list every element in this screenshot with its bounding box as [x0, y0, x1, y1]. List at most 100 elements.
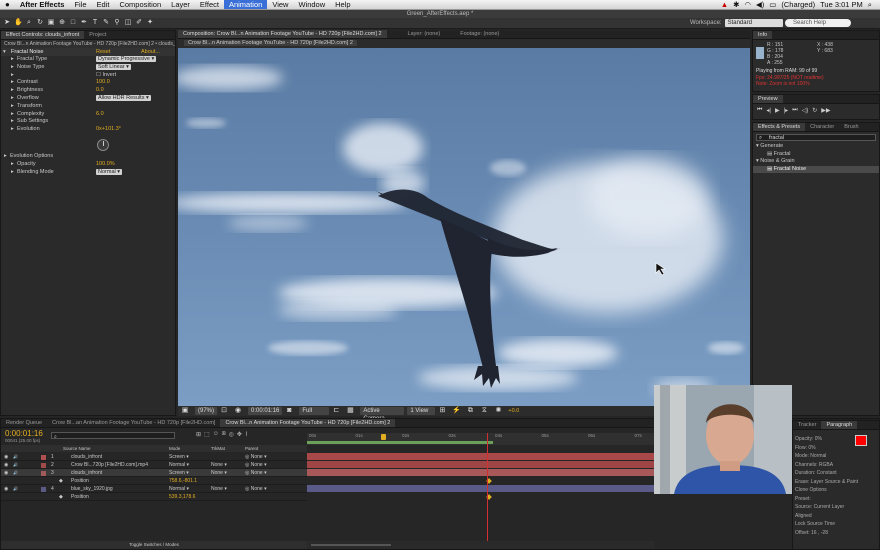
- effect-param-value[interactable]: Normal ▾: [96, 168, 123, 177]
- layer-row[interactable]: ◆ Position 539.3,178.6: [1, 493, 307, 501]
- layer-row[interactable]: ◉ 🔊 2 Crow Bl...720p [File2HD.com].mp4 Norma…: [1, 461, 307, 469]
- clone-options-header[interactable]: Clone Options: [795, 486, 858, 495]
- layer-parent-dropdown[interactable]: ◎ None ▾: [245, 485, 267, 493]
- transparency-grid-icon[interactable]: ▦: [346, 407, 354, 415]
- brainstorm-icon[interactable]: ✥: [237, 431, 242, 438]
- timeline-icon[interactable]: ⧉: [466, 407, 474, 415]
- clone-lock-source-checkbox[interactable]: Lock Source Time: [795, 520, 858, 529]
- layer-duration-bar[interactable]: [307, 485, 655, 492]
- timeline-search-input[interactable]: ⌕: [51, 432, 175, 440]
- selection-tool-icon[interactable]: ➤: [3, 19, 11, 27]
- video-switch-icon[interactable]: ◉: [4, 469, 8, 477]
- menu-composition[interactable]: Composition: [114, 0, 166, 9]
- tab-layer[interactable]: Layer: (none): [403, 30, 446, 38]
- menu-file[interactable]: File: [69, 0, 91, 9]
- layer-duration-bar[interactable]: [307, 461, 655, 468]
- property-name[interactable]: Position: [71, 477, 89, 485]
- tab-footage[interactable]: Footage: (none): [455, 30, 504, 38]
- tab-brush[interactable]: Brush: [839, 123, 863, 131]
- flowchart-icon[interactable]: ⧖: [480, 407, 488, 415]
- clone-offset[interactable]: Offset: 16 , -28: [795, 529, 858, 538]
- about-link[interactable]: About...: [141, 48, 160, 56]
- tab-composition[interactable]: Composition: Crow Bl...n Animation Foota…: [178, 30, 387, 38]
- layer-parent-dropdown[interactable]: ◎ None ▾: [245, 453, 267, 461]
- twirl-icon[interactable]: ▸: [11, 111, 14, 119]
- effect-param-row[interactable]: ▸ Brightness 0.0: [1, 87, 175, 95]
- twirl-icon[interactable]: ▸: [11, 169, 14, 177]
- effect-param-row[interactable]: ▸ Evolution 0x+101.3°: [1, 126, 175, 134]
- layer-mode-dropdown[interactable]: Normal ▾: [169, 461, 189, 469]
- tab-tracker[interactable]: Tracker: [793, 421, 821, 429]
- audio-switch-icon[interactable]: 🔊: [13, 485, 18, 493]
- pan-behind-tool-icon[interactable]: ⊕: [58, 19, 66, 27]
- work-area-bar[interactable]: [307, 441, 493, 444]
- loop-icon[interactable]: ↻: [812, 107, 817, 114]
- mask-tool-icon[interactable]: □: [69, 19, 77, 27]
- effect-param-value[interactable]: 0.0: [96, 87, 104, 95]
- clone-aligned-checkbox[interactable]: Aligned: [795, 512, 858, 521]
- layer-label-color[interactable]: [41, 486, 46, 492]
- tab-preview[interactable]: Preview: [753, 95, 783, 103]
- layer-row[interactable]: ◉ 🔊 4 blue_sky_1920.jpg Normal ▾ None ▾ ◎ None…: [1, 485, 307, 493]
- effect-param-row[interactable]: ▸ Fractal Type Dynamic Progressive ▾: [1, 56, 175, 64]
- keyframe-nav-icon[interactable]: ◆: [59, 477, 63, 485]
- comp-mini-flowchart-icon[interactable]: ⊞: [196, 431, 201, 438]
- snapshot-icon[interactable]: ◉: [234, 407, 242, 415]
- tab-timeline-comp1[interactable]: Crow Bl...an Animation Footage YouTube -…: [47, 419, 220, 427]
- timeline-current-time[interactable]: 0:00:01:16: [5, 429, 43, 438]
- layer-duration-bar[interactable]: [307, 469, 655, 476]
- twirl-icon[interactable]: ▸: [11, 161, 14, 169]
- layer-label-color[interactable]: [41, 462, 46, 468]
- effect-param-row[interactable]: ▸ Evolution Options: [1, 153, 175, 161]
- prev-frame-icon[interactable]: ◂|: [766, 107, 771, 114]
- keyframe-nav-icon[interactable]: ◆: [59, 493, 63, 501]
- clone-preset[interactable]: Preset:: [795, 495, 858, 504]
- menu-layer[interactable]: Layer: [166, 0, 195, 9]
- effect-param-row[interactable]: ▸ Contrast 100.0: [1, 79, 175, 87]
- effect-param-value[interactable]: 0x+101.3°: [96, 126, 121, 134]
- effect-param-value[interactable]: Dynamic Progressive ▾: [96, 56, 157, 64]
- col-mode[interactable]: Mode: [169, 445, 180, 452]
- last-frame-icon[interactable]: ⏭: [792, 107, 797, 114]
- effect-param-row[interactable]: ▸ Noise Type Soft Linear ▾: [1, 63, 175, 72]
- layer-mode-dropdown[interactable]: Screen ▾: [169, 469, 189, 477]
- paint-erase[interactable]: Erase: Layer Source & Paint: [795, 478, 858, 487]
- twirl-icon[interactable]: ▸: [11, 56, 14, 64]
- current-time-field[interactable]: 0:00:01:16: [248, 407, 283, 415]
- layer-trkmat-dropdown[interactable]: None ▾: [211, 469, 227, 477]
- menu-animation[interactable]: Animation: [223, 0, 268, 9]
- effect-param-value[interactable]: 100.0%: [96, 161, 115, 169]
- zoom-tool-icon[interactable]: ⌕: [25, 19, 33, 27]
- eraser-tool-icon[interactable]: ◫: [124, 19, 132, 27]
- video-switch-icon[interactable]: ◉: [4, 453, 8, 461]
- layer-row[interactable]: ◆ Position 758.6,-801.1: [1, 477, 307, 485]
- view-layout-dropdown[interactable]: 1 View: [407, 407, 436, 415]
- first-frame-icon[interactable]: ⏮: [757, 107, 762, 114]
- paint-duration[interactable]: Duration: Constant: [795, 469, 858, 478]
- layer-name[interactable]: Crow Bl...720p [File2HD.com].mp4: [71, 461, 148, 469]
- layer-row[interactable]: ◉ 🔊 3 clouds_infront Screen ▾ None ▾ ◎ None ▾: [1, 469, 307, 477]
- audio-icon[interactable]: ◁): [802, 107, 809, 114]
- layer-name[interactable]: blue_sky_1920.jpg: [71, 485, 113, 493]
- menu-window[interactable]: Window: [293, 0, 330, 9]
- layer-name[interactable]: clouds_infront: [71, 453, 102, 461]
- audio-switch-icon[interactable]: 🔊: [13, 461, 18, 469]
- bluetooth-icon[interactable]: ✱: [733, 0, 739, 9]
- always-preview-icon[interactable]: ▣: [181, 407, 189, 415]
- roto-brush-tool-icon[interactable]: ✐: [135, 19, 143, 27]
- menu-view[interactable]: View: [267, 0, 293, 9]
- tab-effect-controls[interactable]: Effect Controls: clouds_infront: [1, 31, 85, 39]
- apple-menu-icon[interactable]: ●: [0, 0, 15, 9]
- effects-item[interactable]: ▤ Fractal Noise: [753, 165, 879, 173]
- toggle-pixel-aspect-icon[interactable]: ⊞: [438, 407, 446, 415]
- layer-duration-bar[interactable]: [307, 453, 655, 460]
- col-source-name[interactable]: Source Name: [63, 445, 91, 452]
- video-switch-icon[interactable]: ◉: [4, 485, 8, 493]
- layer-name[interactable]: clouds_infront: [71, 469, 102, 477]
- twirl-icon[interactable]: ▸: [4, 153, 7, 161]
- timeline-zoom-slider[interactable]: [307, 541, 655, 549]
- hand-tool-icon[interactable]: ✋: [14, 19, 23, 27]
- menu-help[interactable]: Help: [330, 0, 355, 9]
- effects-item[interactable]: ▤ Fractal: [753, 151, 879, 159]
- effect-param-value[interactable]: 100.0: [96, 79, 110, 87]
